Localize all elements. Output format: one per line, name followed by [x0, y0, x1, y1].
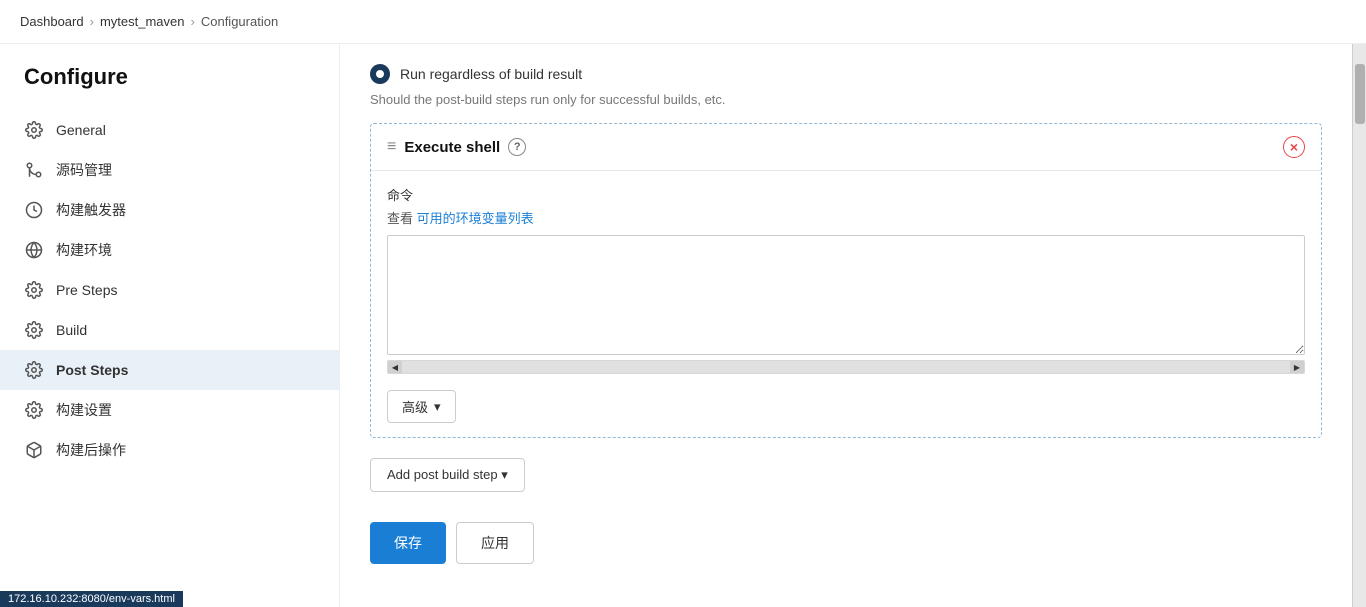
breadcrumb: Dashboard › mytest_maven › Configuration [0, 0, 1366, 44]
execute-shell-title: Execute shell [404, 139, 500, 156]
help-icon[interactable]: ? [508, 138, 526, 156]
gear-icon-build [24, 320, 44, 340]
sidebar-label-post-steps: Post Steps [56, 362, 128, 378]
sidebar-item-build-env[interactable]: 构建环境 [0, 230, 339, 270]
breadcrumb-project[interactable]: mytest_maven [100, 14, 185, 29]
sidebar-label-pre-steps: Pre Steps [56, 282, 117, 298]
env-vars-link[interactable]: 可用的环境变量列表 [417, 211, 534, 226]
gear-icon-post [24, 360, 44, 380]
sidebar-item-build-triggers[interactable]: 构建触发器 [0, 190, 339, 230]
breadcrumb-sep-2: › [191, 14, 195, 29]
bottom-actions: 保存 应用 [370, 512, 1322, 564]
sidebar-label-post-build: 构建后操作 [56, 440, 126, 460]
gear-icon-settings [24, 400, 44, 420]
sidebar-item-pre-steps[interactable]: Pre Steps [0, 270, 339, 310]
gear-icon [24, 120, 44, 140]
advanced-button[interactable]: 高级 ▾ [387, 390, 456, 423]
breadcrumb-dashboard[interactable]: Dashboard [20, 14, 84, 29]
scroll-left-arrow[interactable]: ◀ [388, 361, 402, 373]
run-regardless-row: Run regardless of build result [370, 64, 1322, 84]
add-post-build-step-button[interactable]: Add post build step ▾ [370, 458, 525, 492]
run-regardless-indicator [370, 64, 390, 84]
cube-icon [24, 440, 44, 460]
scroll-right-arrow[interactable]: ▶ [1290, 361, 1304, 373]
execute-shell-body: 命令 查看 可用的环境变量列表 ◀ ▶ 高级 ▾ [371, 171, 1321, 437]
subtext-pre: 查看 [387, 211, 413, 226]
run-regardless-label: Run regardless of build result [400, 66, 582, 82]
chevron-down-icon: ▾ [434, 399, 441, 415]
run-regardless-desc: Should the post-build steps run only for… [370, 92, 1322, 107]
sidebar-item-build[interactable]: Build [0, 310, 339, 350]
advanced-label: 高级 [402, 397, 428, 416]
status-bar: 172.16.10.232:8080/env-vars.html [0, 591, 183, 607]
sidebar-item-build-settings[interactable]: 构建设置 [0, 390, 339, 430]
clock-icon [24, 200, 44, 220]
globe-icon [24, 240, 44, 260]
source-icon [24, 160, 44, 180]
drag-handle-icon[interactable]: ≡ [387, 138, 396, 156]
sidebar-item-post-steps[interactable]: Post Steps [0, 350, 339, 390]
breadcrumb-current: Configuration [201, 14, 278, 29]
execute-shell-header: ≡ Execute shell ? × [371, 124, 1321, 171]
sidebar-label-source-code: 源码管理 [56, 160, 112, 180]
sidebar-label-build-env: 构建环境 [56, 240, 112, 260]
close-button[interactable]: × [1283, 136, 1305, 158]
scrollbar-thumb-vertical[interactable] [1355, 64, 1365, 124]
save-button[interactable]: 保存 [370, 522, 446, 564]
scroll-track[interactable] [402, 361, 1290, 373]
sidebar: Configure General 源码管理 [0, 44, 340, 607]
sidebar-label-general: General [56, 122, 106, 138]
command-label: 命令 [387, 185, 1305, 204]
field-subtext: 查看 可用的环境变量列表 [387, 208, 1305, 227]
content-area: Run regardless of build result Should th… [340, 44, 1352, 607]
apply-button[interactable]: 应用 [456, 522, 534, 564]
sidebar-item-post-build[interactable]: 构建后操作 [0, 430, 339, 470]
sidebar-label-build-triggers: 构建触发器 [56, 200, 126, 220]
sidebar-label-build: Build [56, 322, 87, 338]
horizontal-scrollbar[interactable]: ◀ ▶ [387, 360, 1305, 374]
breadcrumb-sep-1: › [90, 14, 94, 29]
add-step-label: Add post build step ▾ [387, 467, 508, 483]
sidebar-item-source-code[interactable]: 源码管理 [0, 150, 339, 190]
sidebar-item-general[interactable]: General [0, 110, 339, 150]
right-scrollbar[interactable] [1352, 44, 1366, 607]
gear-icon-pre [24, 280, 44, 300]
command-textarea[interactable] [387, 235, 1305, 355]
execute-shell-box: ≡ Execute shell ? × 命令 查看 可用的环境变量列表 ◀ ▶ [370, 123, 1322, 438]
sidebar-label-build-settings: 构建设置 [56, 400, 112, 420]
sidebar-title: Configure [0, 64, 339, 110]
